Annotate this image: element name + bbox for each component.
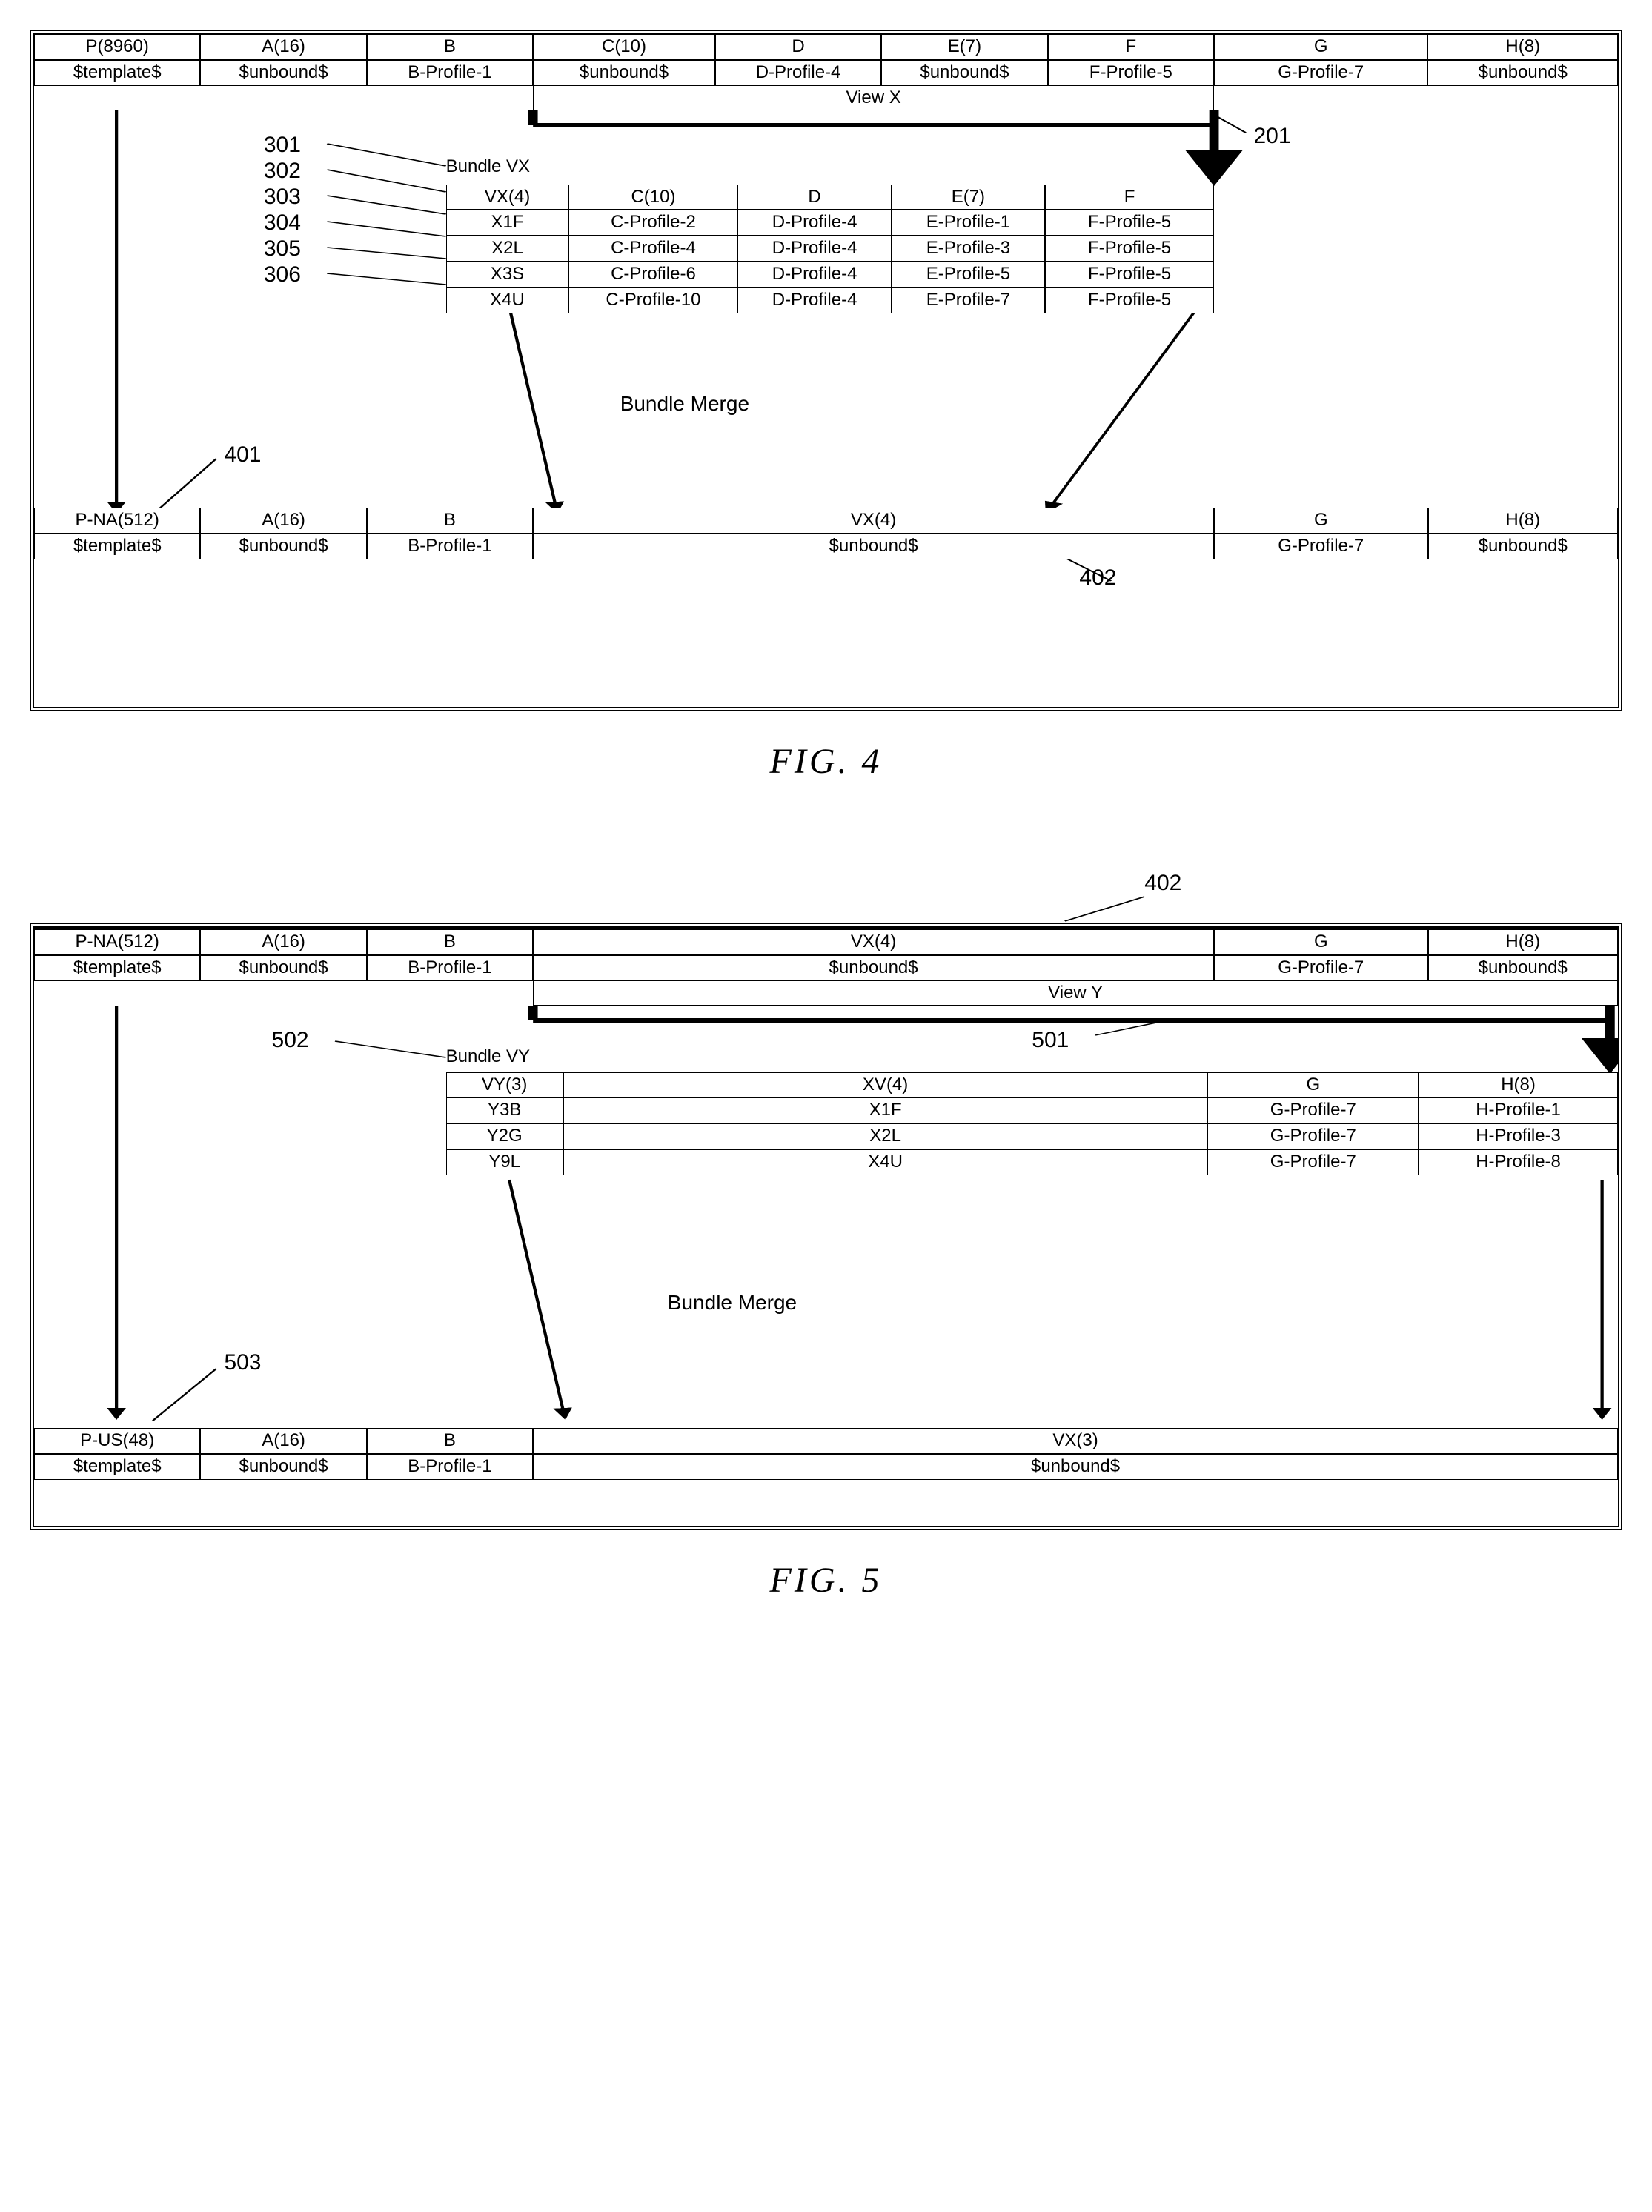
table-row: VY(3) XV(4) G H(8) xyxy=(446,1072,1618,1098)
ref-501: 501 xyxy=(1032,1028,1069,1053)
bundle-vy-label: Bundle VY xyxy=(446,1046,530,1067)
bundle-vx-table: VX(4) C(10) D E(7) F X1F C-Profile-2 D-P… xyxy=(446,185,1214,313)
v-d: D-Profile-4 xyxy=(715,60,881,86)
bh2: D xyxy=(737,185,891,210)
fig5-bottom-header: P-US(48) A(16) B VX(3) xyxy=(34,1428,1618,1454)
bh3: E(7) xyxy=(892,185,1045,210)
figure-4: P(8960) A(16) B C(10) D E(7) F G H(8) $t… xyxy=(30,30,1622,782)
ref-305: 305 xyxy=(264,236,301,262)
h-a: A(16) xyxy=(200,34,366,60)
b5-b: B xyxy=(367,1428,533,1454)
table-row: Y3B X1F G-Profile-7 H-Profile-1 xyxy=(446,1097,1618,1123)
fig5-top-values: $template$ $unbound$ B-Profile-1 $unboun… xyxy=(34,955,1618,981)
bvh3: H(8) xyxy=(1419,1072,1618,1098)
h-c: C(10) xyxy=(533,34,715,60)
h5-g: G xyxy=(1214,929,1427,955)
fig4-top-values: $template$ $unbound$ B-Profile-1 $unboun… xyxy=(34,60,1618,86)
ref-402: 402 xyxy=(1079,565,1116,591)
bvh2: G xyxy=(1207,1072,1419,1098)
bvh1: XV(4) xyxy=(563,1072,1208,1098)
fig4-mid: Bundle VX 301 302 303 304 305 306 201 40… xyxy=(34,110,1618,585)
ref-303: 303 xyxy=(264,185,301,210)
fig5-top-leader xyxy=(30,871,1622,923)
ref-301: 301 xyxy=(264,133,301,158)
b5-p: P-US(48) xyxy=(34,1428,200,1454)
ref-304: 304 xyxy=(264,210,301,236)
bh-vx: VX(4) xyxy=(533,508,1214,534)
bh-a: A(16) xyxy=(200,508,366,534)
ref-302: 302 xyxy=(264,159,301,184)
b5-a: A(16) xyxy=(200,1428,366,1454)
h5-b: B xyxy=(367,929,533,955)
fig5-panel: P-NA(512) A(16) B VX(4) G H(8) $template… xyxy=(30,923,1622,1530)
h5-h: H(8) xyxy=(1428,929,1618,955)
fig4-panel: P(8960) A(16) B C(10) D E(7) F G H(8) $t… xyxy=(30,30,1622,711)
h-b: B xyxy=(367,34,533,60)
fig5-bottom-values: $template$ $unbound$ B-Profile-1 $unboun… xyxy=(34,1454,1618,1480)
bundle-vx-label: Bundle VX xyxy=(446,156,530,177)
fig4-viewx-row: View X xyxy=(34,86,1618,110)
bvh0: VY(3) xyxy=(446,1072,563,1098)
fig4-caption: FIG. 4 xyxy=(30,741,1622,782)
table-row: X2L C-Profile-4 D-Profile-4 E-Profile-3 … xyxy=(446,236,1214,262)
table-row: VX(4) C(10) D E(7) F xyxy=(446,185,1214,210)
ref-502: 502 xyxy=(272,1028,309,1053)
table-row: X3S C-Profile-6 D-Profile-4 E-Profile-5 … xyxy=(446,262,1214,288)
bundle-vy-table: VY(3) XV(4) G H(8) Y3B X1F G-Profile-7 H… xyxy=(446,1072,1618,1175)
fig5-bottom: P-US(48) A(16) B VX(3) $template$ $unbou… xyxy=(34,1428,1618,1480)
fig5-mid: Bundle VY 502 501 503 Bundle Merge VY(3)… xyxy=(34,1006,1618,1480)
h-h: H(8) xyxy=(1427,34,1618,60)
v-g: G-Profile-7 xyxy=(1214,60,1427,86)
fig5-caption: FIG. 5 xyxy=(30,1560,1622,1601)
v-h: $unbound$ xyxy=(1427,60,1618,86)
bh1: C(10) xyxy=(568,185,737,210)
bh-h: H(8) xyxy=(1428,508,1618,534)
table-row: Y9L X4U G-Profile-7 H-Profile-8 xyxy=(446,1149,1618,1175)
bundle-merge-label: Bundle Merge xyxy=(620,392,749,416)
v-a: $unbound$ xyxy=(200,60,366,86)
bh4: F xyxy=(1045,185,1214,210)
h5-a: A(16) xyxy=(200,929,366,955)
table-row: X4U C-Profile-10 D-Profile-4 E-Profile-7… xyxy=(446,288,1214,313)
view-x-label: View X xyxy=(533,86,1214,110)
ref-306: 306 xyxy=(264,262,301,288)
h-p: P(8960) xyxy=(34,34,200,60)
bh0: VX(4) xyxy=(446,185,569,210)
v-b: B-Profile-1 xyxy=(367,60,533,86)
ref-503: 503 xyxy=(224,1350,261,1375)
h-g: G xyxy=(1214,34,1427,60)
ref-401: 401 xyxy=(224,442,261,468)
fig5-top-header: P-NA(512) A(16) B VX(4) G H(8) xyxy=(34,927,1618,955)
h-d: D xyxy=(715,34,881,60)
fig4-top-header: P(8960) A(16) B C(10) D E(7) F G H(8) xyxy=(34,34,1618,60)
h-e: E(7) xyxy=(881,34,1047,60)
fig4-bottom-header: P-NA(512) A(16) B VX(4) G H(8) $template… xyxy=(34,508,1618,559)
v-e: $unbound$ xyxy=(881,60,1047,86)
view-y-label: View Y xyxy=(533,981,1618,1006)
v-f: F-Profile-5 xyxy=(1048,60,1214,86)
fig5-viewy-row: View Y xyxy=(34,981,1618,1006)
ref-201: 201 xyxy=(1253,124,1290,149)
table-row: X1F C-Profile-2 D-Profile-4 E-Profile-1 … xyxy=(446,210,1214,236)
table-row: Y2G X2L G-Profile-7 H-Profile-3 xyxy=(446,1123,1618,1149)
ref-402b: 402 xyxy=(1144,871,1181,896)
figure-5: 402 P-NA(512) A(16) B VX(4) G H(8) $temp… xyxy=(30,871,1622,1601)
bundle-merge-label-5: Bundle Merge xyxy=(668,1291,797,1315)
v-p: $template$ xyxy=(34,60,200,86)
h5-vx: VX(4) xyxy=(533,929,1214,955)
h-f: F xyxy=(1048,34,1214,60)
fig4-bottom-values: $template$ $unbound$ B-Profile-1 $unboun… xyxy=(34,534,1618,559)
bh-p: P-NA(512) xyxy=(34,508,200,534)
v-c: $unbound$ xyxy=(533,60,715,86)
bh-g: G xyxy=(1214,508,1427,534)
h5-p: P-NA(512) xyxy=(34,929,200,955)
b5-vx: VX(3) xyxy=(533,1428,1618,1454)
bh-b: B xyxy=(367,508,533,534)
